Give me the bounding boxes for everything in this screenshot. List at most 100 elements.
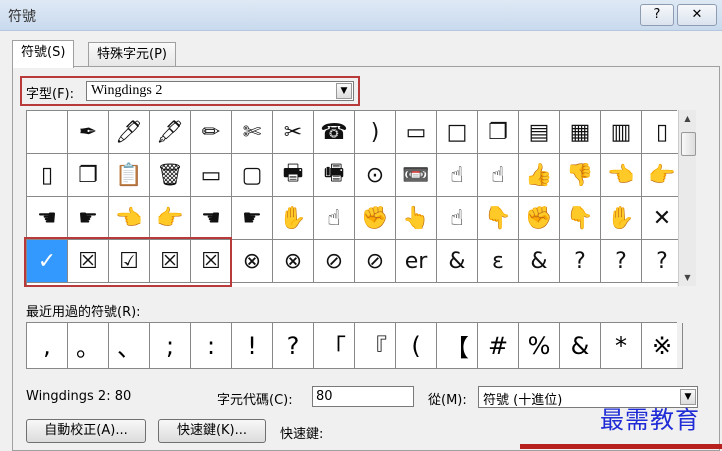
symbol-cell[interactable]: ⊘ (355, 240, 396, 283)
symbol-cell[interactable]: ) (355, 111, 396, 154)
symbol-cell[interactable]: 👈 (109, 197, 150, 240)
symbol-cell[interactable]: ▥ (601, 111, 642, 154)
symbol-cell[interactable]: ⊙ (355, 154, 396, 197)
symbol-cell[interactable]: 📼 (396, 154, 437, 197)
recent-symbol-cell[interactable]: 「 (314, 323, 355, 369)
character-name: Wingdings 2: 80 (26, 389, 132, 404)
symbol-cell[interactable]: ✊ (355, 197, 396, 240)
window-title: 符號 (8, 9, 36, 25)
tab-special-characters[interactable]: 特殊字元(P) (88, 42, 176, 67)
recent-symbol-cell[interactable]: & (560, 323, 601, 369)
symbol-grid: ✒ 🖊 🖋 ✏ ✄ ✂ ☎) ▭ □ ❐ ▤ ▦ ▥ ▯ ▯ ❐ 📋 🗑 ▭ ▢ 🖶 🖷 ⊙ 📼 ☝ ☝ 👍 👎 👈 👉 ☚ ☛ 👈 👉 ☚ ☛ ✋ ☝ ✊… (26, 110, 683, 287)
symbol-cell[interactable]: ▯ (642, 111, 683, 154)
scroll-down-icon[interactable]: ▼ (679, 269, 696, 286)
symbol-cell[interactable]: ❐ (68, 154, 109, 197)
symbol-cell[interactable]: ɛ (478, 240, 519, 283)
symbol-cell[interactable]: ☝ (314, 197, 355, 240)
recent-symbol-cell[interactable]: ※ (642, 323, 683, 369)
symbol-cell[interactable]: ☛ (232, 197, 273, 240)
tab-symbols[interactable]: 符號(S) (12, 40, 75, 68)
symbol-cell[interactable]: ☒ (191, 240, 232, 283)
symbol-cell[interactable]: ✒ (68, 111, 109, 154)
symbol-cell[interactable]: ▤ (519, 111, 560, 154)
symbol-cell[interactable]: 👉 (150, 197, 191, 240)
symbol-cell[interactable]: ✊ (519, 197, 560, 240)
recent-symbol-cell[interactable]: % (519, 323, 560, 369)
symbol-cell[interactable]: & (519, 240, 560, 283)
symbol-cell[interactable]: 🖶 (273, 154, 314, 197)
symbol-cell[interactable]: ✄ (232, 111, 273, 154)
symbol-cell[interactable]: ▦ (560, 111, 601, 154)
symbol-cell[interactable]: □ (437, 111, 478, 154)
symbol-cell[interactable]: 👇 (560, 197, 601, 240)
shortcut-key-button[interactable]: 快速鍵(K)... (158, 419, 266, 443)
symbol-cell[interactable]: ⊘ (314, 240, 355, 283)
symbol-cell[interactable]: ☝ (437, 197, 478, 240)
symbol-cell[interactable]: ☚ (191, 197, 232, 240)
scroll-thumb[interactable] (681, 132, 696, 156)
symbol-cell[interactable]: ✂ (273, 111, 314, 154)
recent-symbol-cell[interactable]: 。 (68, 323, 109, 369)
symbol-cell[interactable]: ⊗ (273, 240, 314, 283)
recent-symbol-cell[interactable]: * (601, 323, 642, 369)
symbol-cell[interactable]: 🖊 (109, 111, 150, 154)
font-dropdown[interactable]: Wingdings 2 ▼ (86, 81, 354, 101)
symbol-cell[interactable]: ? (601, 240, 642, 283)
symbol-cell[interactable]: ☝ (478, 154, 519, 197)
symbol-cell[interactable]: 🗑 (150, 154, 191, 197)
autocorrect-button[interactable]: 自動校正(A)... (26, 419, 146, 443)
symbol-cell[interactable]: ✏ (191, 111, 232, 154)
symbol-cell[interactable]: ❐ (478, 111, 519, 154)
recent-symbol-cell[interactable]: ( (396, 323, 437, 369)
symbol-cell[interactable]: ⊗ (232, 240, 273, 283)
font-selector-highlight: 字型(F): Wingdings 2 ▼ (20, 76, 360, 106)
symbol-cell[interactable]: ☝ (437, 154, 478, 197)
recent-symbol-cell[interactable]: 、 (109, 323, 150, 369)
recent-symbol-cell[interactable]: 『 (355, 323, 396, 369)
symbol-cell[interactable]: ✓ (27, 240, 68, 283)
recent-symbol-cell[interactable]: ; (150, 323, 191, 369)
recent-symbol-cell[interactable]: 【 (437, 323, 478, 369)
symbol-cell[interactable]: ▭ (396, 111, 437, 154)
font-value: Wingdings 2 (91, 83, 163, 98)
symbol-cell[interactable]: & (437, 240, 478, 283)
dropdown-arrow-icon[interactable]: ▼ (336, 83, 352, 99)
symbol-cell[interactable]: ▯ (27, 154, 68, 197)
symbol-cell[interactable]: 👎 (560, 154, 601, 197)
symbol-cell[interactable]: 👆 (396, 197, 437, 240)
close-button[interactable]: ✕ (677, 4, 717, 26)
symbol-cell[interactable]: ☒ (68, 240, 109, 283)
symbol-cell[interactable]: ☑ (109, 240, 150, 283)
symbol-cell[interactable]: ? (560, 240, 601, 283)
recent-symbol-cell[interactable]: ? (273, 323, 314, 369)
recent-symbols-grid: ,。、;:!? 「『(【#% & * ※ (26, 322, 683, 369)
help-button[interactable]: ? (640, 4, 674, 26)
symbol-cell[interactable]: 👍 (519, 154, 560, 197)
recent-symbol-cell[interactable]: : (191, 323, 232, 369)
symbol-cell[interactable]: er (396, 240, 437, 283)
recent-symbol-cell[interactable]: ! (232, 323, 273, 369)
symbol-cell[interactable]: 🖋 (150, 111, 191, 154)
symbol-cell[interactable]: 👇 (478, 197, 519, 240)
symbol-cell[interactable]: 👈 (601, 154, 642, 197)
symbol-cell[interactable]: 👉 (642, 154, 683, 197)
symbol-cell[interactable]: ☎ (314, 111, 355, 154)
title-bar: 符號 ? ✕ (0, 0, 722, 31)
symbol-cell[interactable]: ✕ (642, 197, 683, 240)
recent-symbol-cell[interactable]: # (478, 323, 519, 369)
recent-symbol-cell[interactable]: , (27, 323, 68, 369)
symbol-cell[interactable]: ☒ (150, 240, 191, 283)
symbol-cell[interactable]: ▭ (191, 154, 232, 197)
symbol-cell[interactable] (27, 111, 68, 154)
symbol-cell[interactable]: ☛ (68, 197, 109, 240)
symbol-cell[interactable]: ? (642, 240, 683, 283)
symbol-cell[interactable]: ▢ (232, 154, 273, 197)
symbol-cell[interactable]: ✋ (273, 197, 314, 240)
scroll-up-icon[interactable]: ▲ (679, 110, 696, 127)
character-code-input[interactable]: 80 (312, 386, 414, 407)
grid-scrollbar[interactable]: ▲ ▼ (678, 110, 696, 286)
symbol-cell[interactable]: ✋ (601, 197, 642, 240)
symbol-cell[interactable]: 🖷 (314, 154, 355, 197)
symbol-cell[interactable]: 📋 (109, 154, 150, 197)
symbol-cell[interactable]: ☚ (27, 197, 68, 240)
